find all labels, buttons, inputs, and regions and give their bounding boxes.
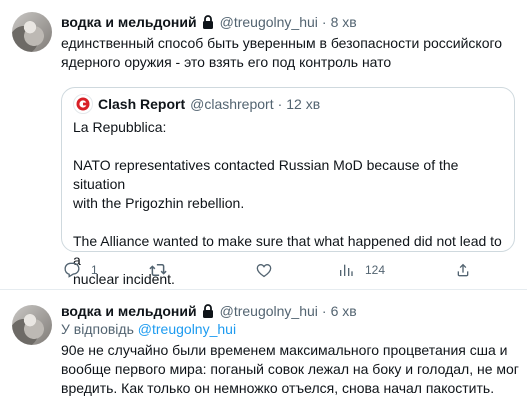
tweet-text-line: единственный способ быть уверенным в без… bbox=[61, 35, 503, 51]
reply-icon bbox=[64, 262, 80, 278]
tweet-text-line: вообще первого мира: поганый совок лежал… bbox=[61, 361, 519, 377]
quoted-tweet-header: Clash Report @clashreport · 12 хв bbox=[73, 94, 320, 114]
tweet-text-line: ядерного оружия - это взять его под конт… bbox=[61, 54, 392, 70]
views-button[interactable]: 124 bbox=[338, 262, 385, 278]
retweet-button[interactable] bbox=[149, 262, 178, 278]
quoted-author-name: Clash Report bbox=[98, 96, 186, 112]
views-count: 124 bbox=[365, 263, 386, 277]
tweet-text-line: 90е не случайно были временем максимальн… bbox=[61, 342, 508, 358]
replying-to-label: У відповідь bbox=[61, 321, 138, 337]
like-button[interactable] bbox=[256, 262, 283, 278]
quoted-text-line: NATO representatives contacted Russian M… bbox=[73, 157, 459, 192]
reply-count: 1 bbox=[91, 263, 98, 277]
quoted-tweet[interactable]: Clash Report @clashreport · 12 хв La Rep… bbox=[61, 87, 515, 287]
separator-dot: · bbox=[277, 96, 283, 112]
tweet-text-line: вредить. Как только он немножко отъелся,… bbox=[61, 380, 495, 396]
retweet-icon bbox=[149, 262, 167, 278]
author-handle[interactable]: @treugolny_hui bbox=[220, 14, 318, 30]
tweet-text: единственный способ быть уверенным в без… bbox=[61, 34, 516, 72]
lock-icon bbox=[201, 14, 215, 30]
lock-icon bbox=[201, 303, 215, 319]
replying-to: У відповідь @treugolny_hui bbox=[61, 321, 236, 337]
timestamp[interactable]: 8 хв bbox=[331, 14, 357, 30]
clash-report-logo bbox=[73, 94, 93, 114]
like-icon bbox=[256, 262, 272, 278]
author-name[interactable]: водка и мельдоний bbox=[61, 303, 197, 319]
tweet-text: 90е не случайно были временем максимальн… bbox=[61, 341, 521, 398]
avatar[interactable] bbox=[12, 12, 52, 52]
author-name[interactable]: водка и мельдоний bbox=[61, 14, 197, 30]
views-icon bbox=[338, 262, 354, 278]
share-button[interactable] bbox=[455, 262, 471, 278]
tweet-header: водка и мельдоний @treugolny_hui · 8 хв bbox=[61, 12, 357, 32]
quoted-text-line: La Repubblica: bbox=[73, 119, 167, 135]
quoted-text-line: with the Prigozhin rebellion. bbox=[73, 195, 245, 211]
separator-dot: · bbox=[321, 303, 327, 319]
reply-button[interactable]: 1 bbox=[64, 262, 98, 278]
timestamp[interactable]: 6 хв bbox=[331, 303, 357, 319]
share-icon bbox=[455, 262, 471, 278]
author-handle[interactable]: @treugolny_hui bbox=[220, 303, 318, 319]
avatar[interactable] bbox=[12, 305, 52, 345]
tweet[interactable]: водка и мельдоний @treugolny_hui · 8 хв … bbox=[0, 0, 527, 290]
replying-to-handle[interactable]: @treugolny_hui bbox=[138, 321, 236, 337]
tweet-header: водка и мельдоний @treugolny_hui · 6 хв bbox=[61, 301, 357, 321]
tweet[interactable]: водка и мельдоний @treugolny_hui · 6 хв … bbox=[0, 290, 527, 402]
tweet-actions: 1 124 bbox=[61, 262, 481, 282]
separator-dot: · bbox=[321, 14, 327, 30]
quoted-timestamp: 12 хв bbox=[286, 96, 321, 112]
quoted-author-handle: @clashreport bbox=[190, 96, 274, 112]
